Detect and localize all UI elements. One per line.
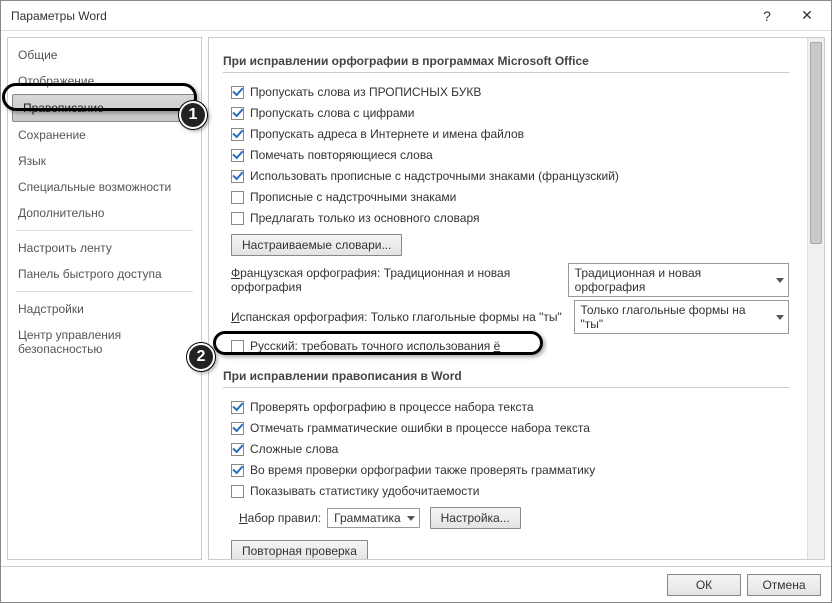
help-button[interactable]: ? bbox=[747, 2, 787, 30]
nav-item[interactable]: Общие bbox=[8, 42, 201, 68]
office-opt-label: Предлагать только из основного словаря bbox=[250, 211, 479, 225]
nav-item[interactable]: Правописание bbox=[12, 94, 197, 122]
office-opt-label: Прописные с надстрочными знаками bbox=[250, 190, 456, 204]
nav-item[interactable]: Язык bbox=[8, 148, 201, 174]
close-button[interactable]: ✕ bbox=[787, 2, 827, 30]
office-opt-checkbox[interactable] bbox=[231, 212, 244, 225]
french-dropdown-value: Традиционная и новая орфография bbox=[575, 266, 770, 294]
russian-yo-label: Русский: требовать точного использования… bbox=[250, 339, 500, 353]
chevron-down-icon bbox=[776, 278, 784, 283]
office-opt-label: Использовать прописные с надстрочными зн… bbox=[250, 169, 619, 183]
nav-item[interactable]: Центр управления безопасностью bbox=[8, 322, 201, 362]
content-wrap: При исправлении орфографии в программах … bbox=[208, 37, 825, 560]
titlebar: Параметры Word ? ✕ bbox=[1, 1, 831, 31]
word-opt-label: Отмечать грамматические ошибки в процесс… bbox=[250, 421, 590, 435]
chevron-down-icon bbox=[776, 315, 784, 320]
custom-dictionaries-button[interactable]: Настраиваемые словари... bbox=[231, 234, 402, 256]
office-opt-label: Пропускать слова из ПРОПИСНЫХ БУКВ bbox=[250, 85, 481, 99]
nav-item[interactable]: Сохранение bbox=[8, 122, 201, 148]
word-opt-label: Проверять орфографию в процессе набора т… bbox=[250, 400, 534, 414]
rules-dropdown[interactable]: Грамматика bbox=[327, 508, 419, 528]
office-opt-label: Помечать повторяющиеся слова bbox=[250, 148, 433, 162]
spanish-dropdown-value: Только глагольные формы на "ты" bbox=[581, 303, 771, 331]
nav-panel: ОбщиеОтображениеПравописаниеСохранениеЯз… bbox=[7, 37, 202, 560]
word-opt-label: Показывать статистику удобочитаемости bbox=[250, 484, 479, 498]
office-opt-label: Пропускать слова с цифрами bbox=[250, 106, 414, 120]
word-opt-checkbox[interactable] bbox=[231, 443, 244, 456]
office-opt-checkbox[interactable] bbox=[231, 86, 244, 99]
nav-item[interactable]: Отображение bbox=[8, 68, 201, 94]
office-opt-checkbox[interactable] bbox=[231, 170, 244, 183]
nav-item[interactable]: Надстройки bbox=[8, 296, 201, 322]
ok-button[interactable]: ОК bbox=[667, 574, 741, 596]
french-dropdown[interactable]: Традиционная и новая орфография bbox=[568, 263, 789, 297]
section-word-head: При исправлении правописания в Word bbox=[223, 369, 789, 388]
nav-item[interactable]: Настроить ленту bbox=[8, 235, 201, 261]
dialog-body: ОбщиеОтображениеПравописаниеСохранениеЯз… bbox=[1, 31, 831, 566]
word-opt-checkbox[interactable] bbox=[231, 401, 244, 414]
office-opt-checkbox[interactable] bbox=[231, 191, 244, 204]
office-opt-checkbox[interactable] bbox=[231, 128, 244, 141]
word-opt-label: Сложные слова bbox=[250, 442, 338, 456]
word-opt-label: Во время проверки орфографии также прове… bbox=[250, 463, 595, 477]
word-options-dialog: Параметры Word ? ✕ ОбщиеОтображениеПраво… bbox=[0, 0, 832, 603]
spanish-label: Испанская орфография: Только глагольные … bbox=[231, 310, 574, 324]
scrollbar[interactable] bbox=[807, 38, 824, 559]
nav-item[interactable]: Дополнительно bbox=[8, 200, 201, 226]
french-label: ФФранцузская орфография: Традиционная и … bbox=[231, 266, 568, 294]
content-panel: При исправлении орфографии в программах … bbox=[209, 38, 807, 559]
nav-item[interactable]: Специальные возможности bbox=[8, 174, 201, 200]
rules-label: Набор правил: bbox=[239, 511, 321, 525]
nav-item[interactable]: Панель быстрого доступа bbox=[8, 261, 201, 287]
spanish-dropdown[interactable]: Только глагольные формы на "ты" bbox=[574, 300, 790, 334]
word-opt-checkbox[interactable] bbox=[231, 464, 244, 477]
recheck-button[interactable]: Повторная проверка bbox=[231, 540, 368, 559]
cancel-button[interactable]: Отмена bbox=[747, 574, 821, 596]
rules-dropdown-value: Грамматика bbox=[334, 511, 400, 525]
office-opt-label: Пропускать адреса в Интернете и имена фа… bbox=[250, 127, 524, 141]
section-office-head: При исправлении орфографии в программах … bbox=[223, 54, 789, 73]
dialog-footer: ОК Отмена bbox=[1, 566, 831, 602]
chevron-down-icon bbox=[407, 516, 415, 521]
dialog-title: Параметры Word bbox=[11, 9, 747, 23]
word-opt-checkbox[interactable] bbox=[231, 485, 244, 498]
settings-button[interactable]: Настройка... bbox=[430, 507, 521, 529]
office-opt-checkbox[interactable] bbox=[231, 107, 244, 120]
word-opt-checkbox[interactable] bbox=[231, 422, 244, 435]
russian-yo-checkbox[interactable] bbox=[231, 340, 244, 353]
office-opt-checkbox[interactable] bbox=[231, 149, 244, 162]
